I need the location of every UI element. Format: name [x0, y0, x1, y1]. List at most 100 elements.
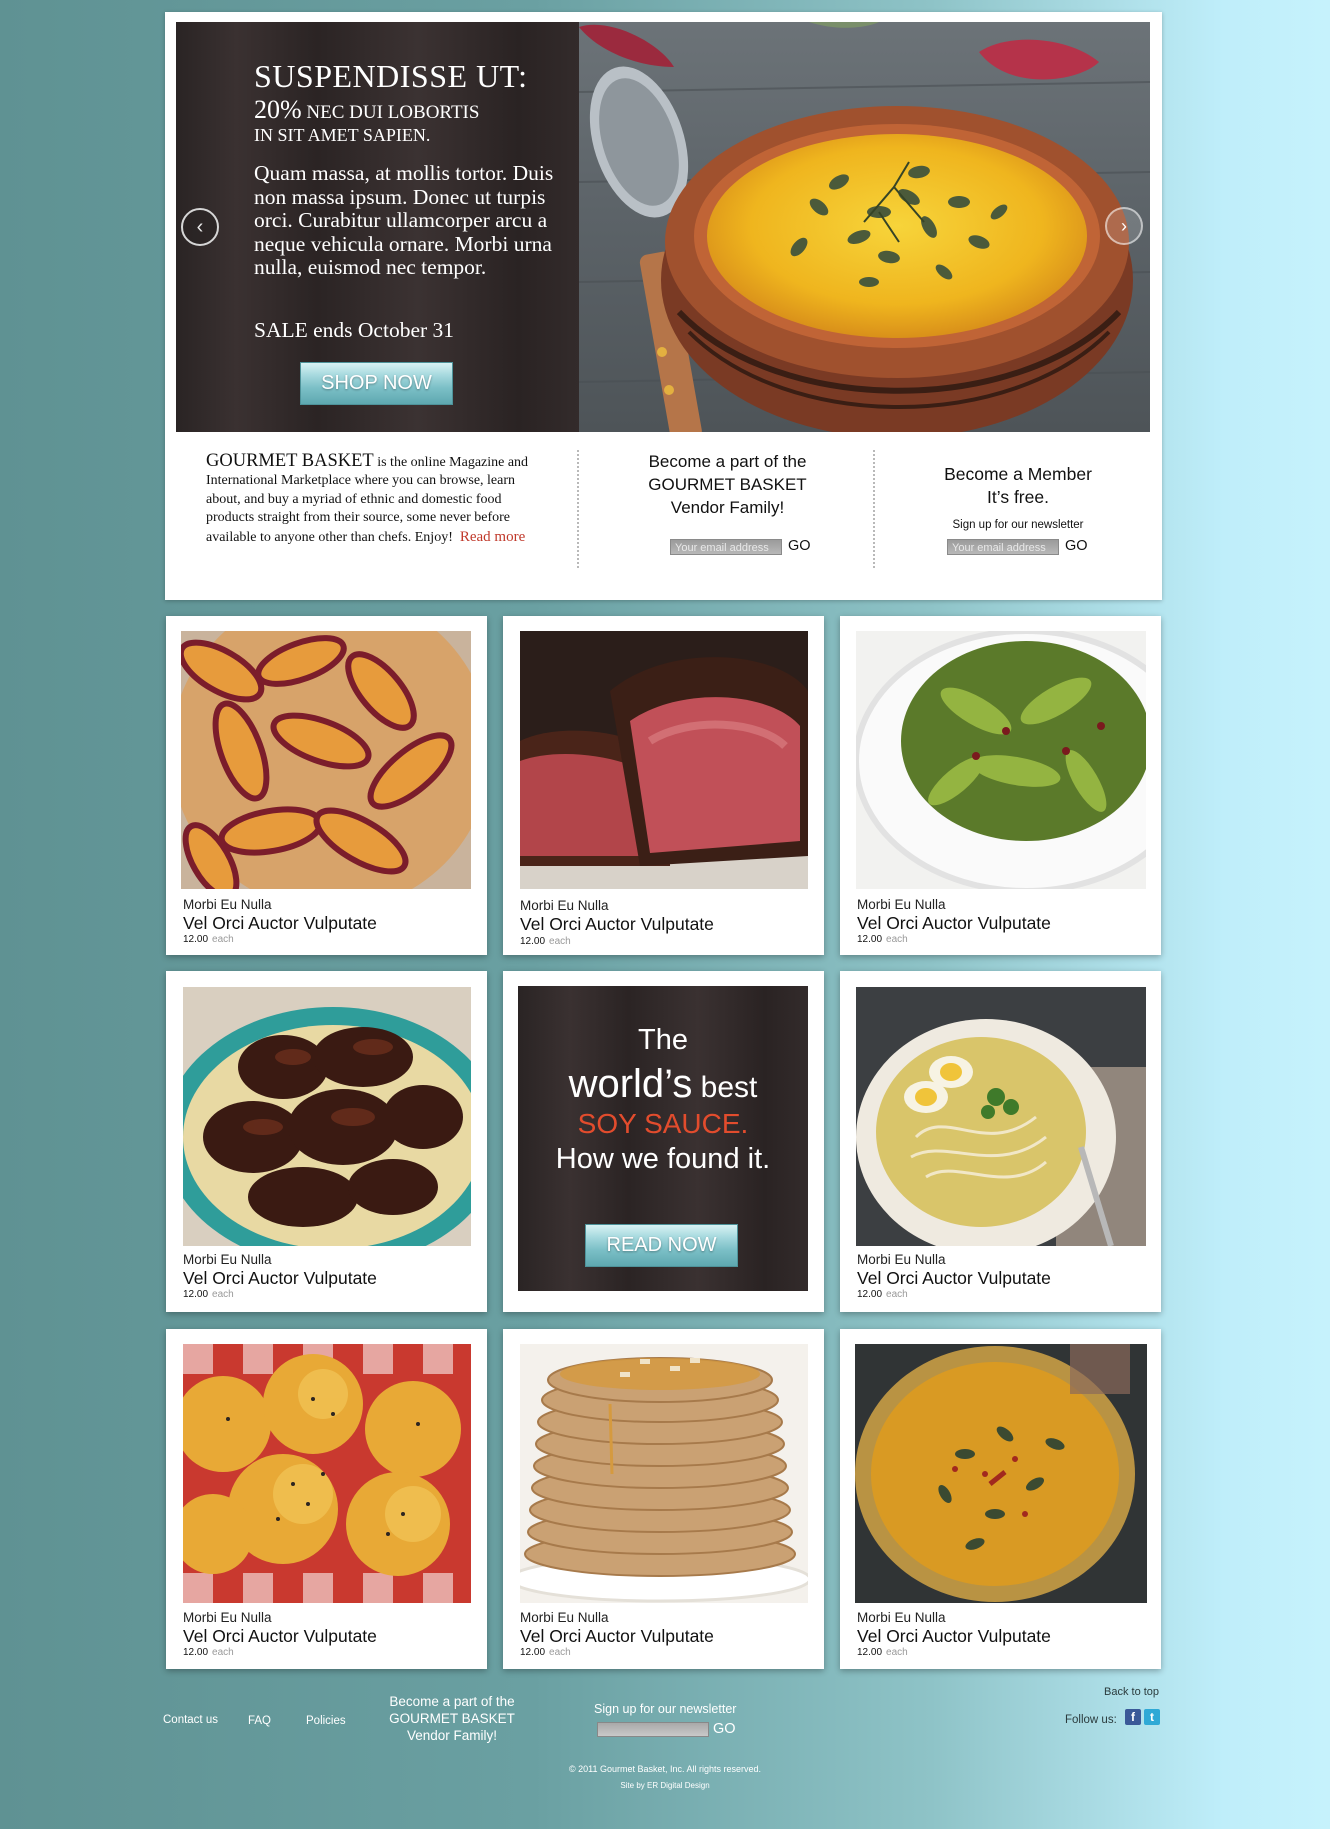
product-name[interactable]: Vel Orci Auctor Vulputate [520, 1626, 714, 1647]
pancakes-illustration [520, 1344, 808, 1603]
product-image-glazed-chicken [183, 987, 471, 1246]
price-unit: each [886, 1647, 908, 1658]
product-card[interactable]: Morbi Eu Nulla Vel Orci Auctor Vulputate… [503, 1329, 824, 1669]
price-unit: each [886, 934, 908, 945]
promo-card[interactable]: The world’s best SOY SAUCE. How we found… [503, 971, 824, 1312]
member-line-1: Become a Member [944, 464, 1092, 484]
hero-sale-text: SALE ends October 31 [254, 318, 455, 342]
product-name[interactable]: Vel Orci Auctor Vulputate [183, 913, 377, 934]
member-line-2: It’s free. [987, 487, 1049, 507]
price-value: 12.00 [520, 936, 546, 947]
price-unit: each [549, 936, 571, 947]
vendor-email-input[interactable]: Your email address [670, 539, 782, 555]
product-card[interactable]: Morbi Eu Nulla Vel Orci Auctor Vulputate… [166, 971, 487, 1312]
price-unit: each [886, 1289, 908, 1300]
carousel-next-icon[interactable]: › [1105, 207, 1143, 245]
product-name[interactable]: Vel Orci Auctor Vulputate [857, 1626, 1051, 1647]
copyright: © 2011 Gourmet Basket, Inc. All rights r… [568, 1764, 762, 1774]
footer-link-contact[interactable]: Contact us [163, 1714, 218, 1726]
product-category: Morbi Eu Nulla [857, 1252, 946, 1267]
poppyseed-muffins-illustration [183, 1344, 471, 1603]
product-name[interactable]: Vel Orci Auctor Vulputate [183, 1268, 377, 1289]
price-value: 12.00 [857, 934, 883, 945]
vendor-line-3: Vendor Family! [670, 498, 785, 517]
footer-vendor-text[interactable]: Become a part of the GOURMET BASKET Vend… [372, 1693, 532, 1744]
member-email-input[interactable]: Your email address [947, 539, 1059, 555]
newsletter-label: Sign up for our newsletter [952, 519, 1084, 531]
price-value: 12.00 [857, 1289, 883, 1300]
footer-newsletter-label: Sign up for our newsletter [594, 1702, 737, 1716]
product-category: Morbi Eu Nulla [520, 898, 609, 913]
product-price: 12.00 each [183, 1647, 234, 1658]
facebook-icon[interactable]: f [1125, 1709, 1141, 1725]
product-price: 12.00 each [857, 1289, 908, 1300]
hero-subtitle-2: IN SIT AMET SAPIEN. [254, 125, 431, 145]
follow-us-label: Follow us: [1065, 1714, 1117, 1726]
product-category: Morbi Eu Nulla [183, 1252, 272, 1267]
product-card[interactable]: Morbi Eu Nulla Vel Orci Auctor Vulputate… [503, 616, 824, 955]
footer-link-policies[interactable]: Policies [306, 1715, 346, 1727]
green-salad-illustration [856, 631, 1146, 889]
member-go-button[interactable]: GO [1065, 538, 1088, 554]
product-card[interactable]: Morbi Eu Nulla Vel Orci Auctor Vulputate… [840, 616, 1161, 955]
member-signup-title: Become a Member It’s free. [893, 463, 1143, 509]
price-value: 12.00 [183, 1289, 209, 1300]
promo-line-2: world’s best [518, 1062, 808, 1107]
product-card[interactable]: Morbi Eu Nulla Vel Orci Auctor Vulputate… [840, 1329, 1161, 1669]
product-category: Morbi Eu Nulla [857, 1610, 946, 1625]
promo-line-1: The [638, 1024, 688, 1056]
twitter-icon[interactable]: t [1144, 1709, 1160, 1725]
vendor-line-2: GOURMET BASKET [648, 475, 807, 494]
divider [873, 450, 875, 568]
glazed-chicken-illustration [183, 987, 471, 1246]
footer-link-faq[interactable]: FAQ [248, 1715, 271, 1727]
product-name[interactable]: Vel Orci Auctor Vulputate [183, 1626, 377, 1647]
promo-line-3: SOY SAUCE. [577, 1108, 749, 1139]
carousel-prev-icon[interactable]: ‹ [181, 208, 219, 246]
back-to-top-link[interactable]: Back to top [1104, 1686, 1159, 1698]
product-price: 12.00 each [520, 936, 571, 947]
product-image-pumpkin-soup [855, 1344, 1147, 1603]
product-category: Morbi Eu Nulla [183, 1610, 272, 1625]
footer-vendor-line-3: Vendor Family! [406, 1728, 498, 1743]
vendor-go-button[interactable]: GO [788, 538, 811, 554]
price-unit: each [549, 1647, 571, 1658]
footer-go-button[interactable]: GO [713, 1721, 736, 1737]
product-card[interactable]: Morbi Eu Nulla Vel Orci Auctor Vulputate… [166, 616, 487, 955]
product-category: Morbi Eu Nulla [520, 1610, 609, 1625]
product-image-green-salad [856, 631, 1146, 889]
about-text: GOURMET BASKET is the online Magazine an… [206, 452, 531, 547]
hero-subtitle: 20% NEC DUI LOBORTIS [254, 95, 479, 125]
product-name[interactable]: Vel Orci Auctor Vulputate [520, 914, 714, 935]
read-now-button[interactable]: READ NOW [585, 1224, 738, 1267]
product-category: Morbi Eu Nulla [857, 897, 946, 912]
price-value: 12.00 [857, 1647, 883, 1658]
product-price: 12.00 each [857, 934, 908, 945]
price-unit: each [212, 1647, 234, 1658]
pumpkin-soup-illustration [855, 1344, 1147, 1603]
product-card[interactable]: Morbi Eu Nulla Vel Orci Auctor Vulputate… [166, 1329, 487, 1669]
product-image-steak [520, 631, 808, 889]
price-unit: each [212, 1289, 234, 1300]
product-name[interactable]: Vel Orci Auctor Vulputate [857, 1268, 1051, 1289]
brand-name: GOURMET BASKET [206, 451, 374, 471]
divider [577, 450, 579, 568]
product-image-pancakes [520, 1344, 808, 1603]
product-image-peach-tart [181, 631, 471, 889]
read-more-link[interactable]: Read more [460, 529, 525, 545]
price-value: 12.00 [520, 1647, 546, 1658]
product-name[interactable]: Vel Orci Auctor Vulputate [857, 913, 1051, 934]
product-image-poppyseed-muffins [183, 1344, 471, 1603]
promo-line-2-main: world’s [568, 1062, 693, 1106]
footer-vendor-line-2: GOURMET BASKET [389, 1711, 515, 1726]
price-value: 12.00 [183, 1647, 209, 1658]
hero-discount: 20% [254, 95, 302, 124]
footer-email-input[interactable] [597, 1722, 709, 1737]
steak-illustration [520, 631, 808, 889]
product-price: 12.00 each [183, 934, 234, 945]
product-card[interactable]: Morbi Eu Nulla Vel Orci Auctor Vulputate… [840, 971, 1161, 1312]
promo-line-2-small: best [692, 1071, 758, 1104]
shop-now-button[interactable]: SHOP NOW [300, 362, 453, 405]
hero-body: Quam massa, at mollis tortor. Duis non m… [254, 161, 554, 279]
product-price: 12.00 each [183, 1289, 234, 1300]
